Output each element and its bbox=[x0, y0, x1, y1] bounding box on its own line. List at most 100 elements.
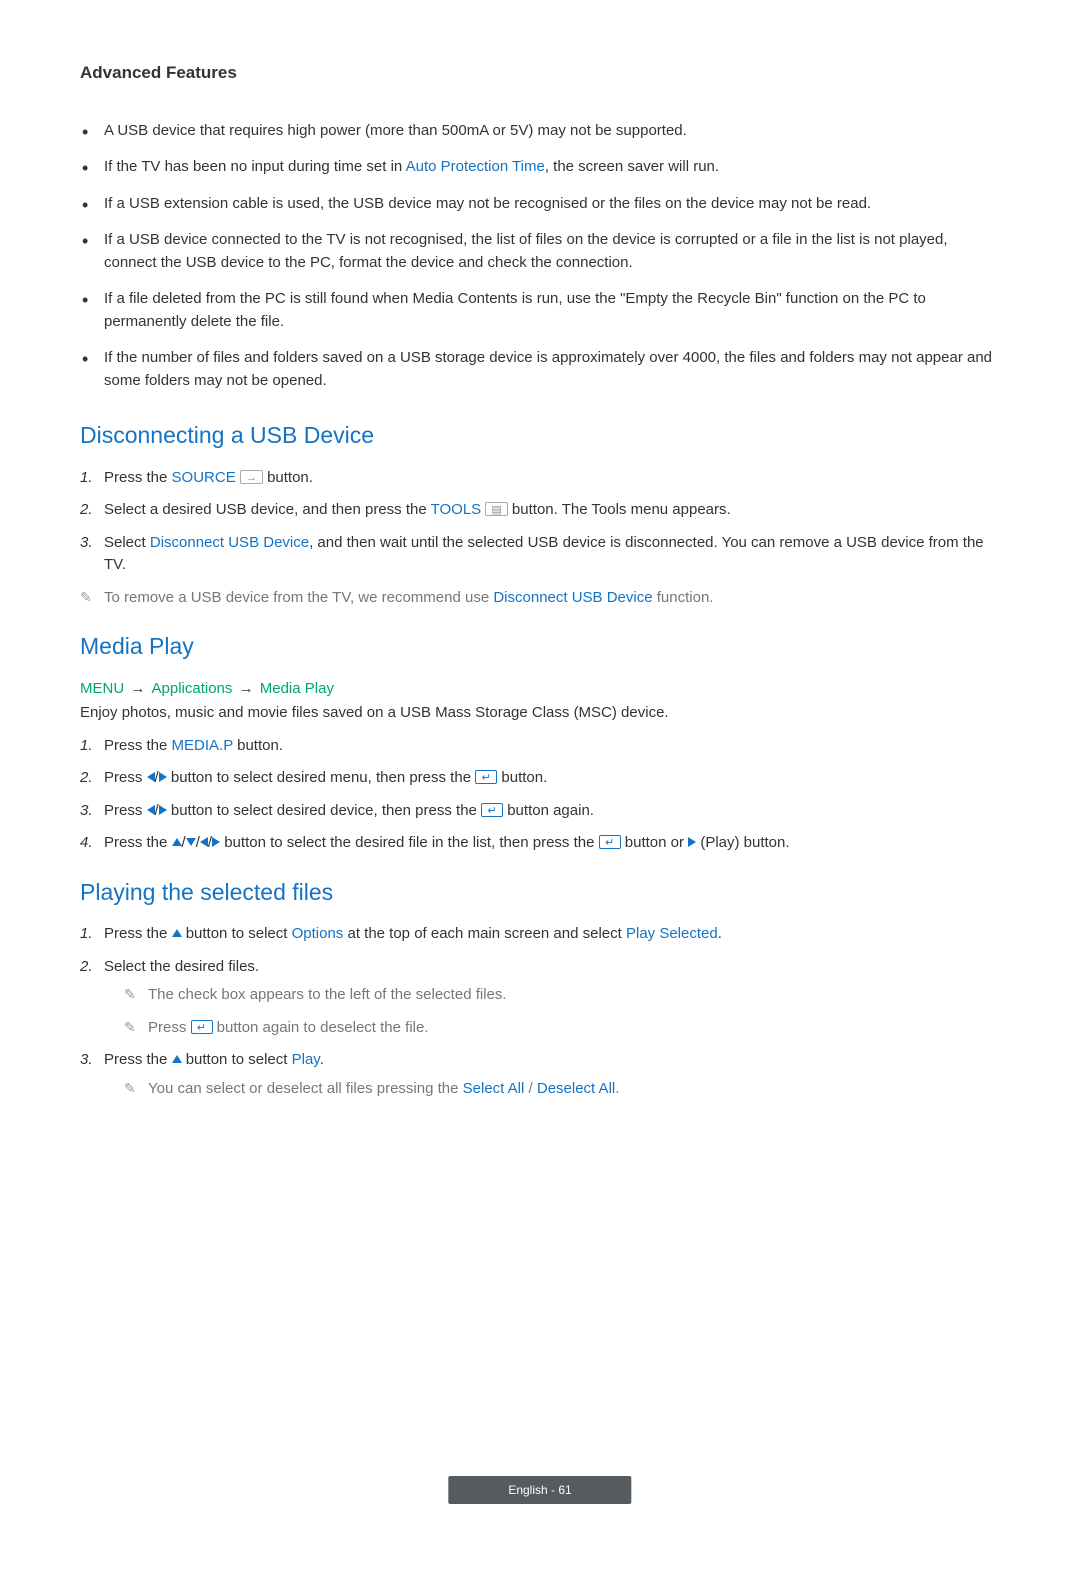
list-item: Select Disconnect USB Device, and then w… bbox=[80, 532, 1000, 577]
note-text: / bbox=[524, 1080, 537, 1097]
bullet-text: If a USB device connected to the TV is n… bbox=[104, 231, 948, 271]
keyword: Disconnect USB Device bbox=[150, 534, 309, 551]
left-arrow-icon bbox=[147, 772, 155, 782]
keyword: Play bbox=[292, 1051, 320, 1068]
step-text: . bbox=[320, 1051, 324, 1068]
right-arrow-icon bbox=[159, 772, 167, 782]
disconnect-steps: Press the SOURCE → button. Select a desi… bbox=[80, 467, 1000, 577]
keyword: Disconnect USB Device bbox=[493, 589, 652, 606]
list-item: If the number of files and folders saved… bbox=[80, 347, 1000, 392]
keyword: Select All bbox=[463, 1080, 525, 1097]
keyword: SOURCE bbox=[172, 469, 236, 486]
list-item: Select the desired files. The check box … bbox=[80, 956, 1000, 1040]
list-item: If a USB extension cable is used, the US… bbox=[80, 193, 1000, 216]
enter-icon: ↵ bbox=[191, 1020, 213, 1034]
list-item: Press / button to select desired menu, t… bbox=[80, 767, 1000, 790]
note: To remove a USB device from the TV, we r… bbox=[80, 587, 1000, 610]
right-arrow-icon bbox=[159, 805, 167, 815]
note: The check box appears to the left of the… bbox=[124, 984, 1000, 1007]
keyword: Deselect All bbox=[537, 1080, 615, 1097]
bullet-list: A USB device that requires high power (m… bbox=[80, 120, 1000, 393]
note-text: function. bbox=[653, 589, 714, 606]
list-item: Select a desired USB device, and then pr… bbox=[80, 499, 1000, 522]
list-item: If the TV has been no input during time … bbox=[80, 156, 1000, 179]
breadcrumb-item: MENU bbox=[80, 680, 124, 697]
arrow-icon: → bbox=[232, 680, 259, 697]
step-text: button to select bbox=[182, 1051, 292, 1068]
right-arrow-icon bbox=[212, 837, 220, 847]
step-text: Select a desired USB device, and then pr… bbox=[104, 501, 431, 518]
note: Press ↵ button again to deselect the fil… bbox=[124, 1017, 1000, 1040]
tools-icon: ▤ bbox=[485, 502, 507, 516]
step-text: Press the bbox=[104, 469, 172, 486]
bullet-text: If the TV has been no input during time … bbox=[104, 158, 406, 175]
arrow-icon: → bbox=[124, 680, 151, 697]
up-arrow-icon bbox=[172, 1055, 182, 1063]
step-text: button to select the desired file in the… bbox=[220, 834, 599, 851]
left-arrow-icon bbox=[147, 805, 155, 815]
source-icon: → bbox=[240, 470, 263, 484]
bullet-text: If the number of files and folders saved… bbox=[104, 349, 992, 389]
note-text: Press bbox=[148, 1019, 191, 1036]
intro-text: Enjoy photos, music and movie files save… bbox=[80, 702, 1000, 725]
step-text: button to select bbox=[182, 925, 292, 942]
breadcrumb-item: Applications bbox=[152, 680, 233, 697]
keyword: Auto Protection Time bbox=[406, 158, 545, 175]
breadcrumb-item: Media Play bbox=[260, 680, 334, 697]
step-text: Press the bbox=[104, 1051, 172, 1068]
list-item: A USB device that requires high power (m… bbox=[80, 120, 1000, 143]
step-text: button. bbox=[233, 737, 283, 754]
step-text: Press the bbox=[104, 925, 172, 942]
list-item: Press the SOURCE → button. bbox=[80, 467, 1000, 490]
note-text: To remove a USB device from the TV, we r… bbox=[104, 589, 493, 606]
page-footer: English - 61 bbox=[448, 1476, 631, 1504]
bullet-text: A USB device that requires high power (m… bbox=[104, 122, 687, 139]
enter-icon: ↵ bbox=[475, 770, 497, 784]
step-text: button to select desired device, then pr… bbox=[167, 802, 481, 819]
bullet-text: If a USB extension cable is used, the US… bbox=[104, 195, 871, 212]
note-text: . bbox=[615, 1080, 619, 1097]
section-heading-media-play: Media Play bbox=[80, 629, 1000, 664]
list-item: Press / button to select desired device,… bbox=[80, 800, 1000, 823]
note: You can select or deselect all files pre… bbox=[124, 1078, 1000, 1101]
list-item: Press the button to select Play. You can… bbox=[80, 1049, 1000, 1100]
list-item: If a file deleted from the PC is still f… bbox=[80, 288, 1000, 333]
step-text: at the top of each main screen and selec… bbox=[343, 925, 626, 942]
note-text: button again to deselect the file. bbox=[213, 1019, 429, 1036]
step-text: (Play) button. bbox=[696, 834, 789, 851]
play-icon bbox=[688, 837, 696, 847]
step-text: button to select desired menu, then pres… bbox=[167, 769, 476, 786]
step-text: Press the bbox=[104, 834, 172, 851]
enter-icon: ↵ bbox=[599, 835, 621, 849]
step-text: Press the bbox=[104, 737, 172, 754]
keyword: Play Selected bbox=[626, 925, 718, 942]
list-item: If a USB device connected to the TV is n… bbox=[80, 229, 1000, 274]
step-text: Select the desired files. bbox=[104, 958, 259, 975]
keyword: MEDIA.P bbox=[172, 737, 233, 754]
bullet-text: If a file deleted from the PC is still f… bbox=[104, 290, 926, 330]
breadcrumb: MENU → Applications → Media Play bbox=[80, 678, 1000, 701]
down-arrow-icon bbox=[186, 838, 196, 846]
step-text: button or bbox=[621, 834, 689, 851]
media-steps: Press the MEDIA.P button. Press / button… bbox=[80, 735, 1000, 855]
step-text: button. bbox=[497, 769, 547, 786]
section-heading-playing: Playing the selected files bbox=[80, 875, 1000, 910]
up-arrow-icon bbox=[172, 929, 182, 937]
left-arrow-icon bbox=[200, 837, 208, 847]
step-text: Select bbox=[104, 534, 150, 551]
step-text: button. The Tools menu appears. bbox=[512, 501, 731, 518]
step-text: Press bbox=[104, 769, 147, 786]
step-text: Press bbox=[104, 802, 147, 819]
page-title: Advanced Features bbox=[80, 60, 1000, 86]
step-text: . bbox=[718, 925, 722, 942]
step-text: button. bbox=[267, 469, 313, 486]
up-arrow-icon bbox=[172, 838, 182, 846]
list-item: Press the button to select Options at th… bbox=[80, 923, 1000, 946]
bullet-text: , the screen saver will run. bbox=[545, 158, 719, 175]
list-item: Press the MEDIA.P button. bbox=[80, 735, 1000, 758]
note-text: You can select or deselect all files pre… bbox=[148, 1080, 463, 1097]
note-text: The check box appears to the left of the… bbox=[148, 986, 507, 1003]
step-text: button again. bbox=[503, 802, 594, 819]
playing-steps: Press the button to select Options at th… bbox=[80, 923, 1000, 1100]
list-item: Press the /// button to select the desir… bbox=[80, 832, 1000, 855]
